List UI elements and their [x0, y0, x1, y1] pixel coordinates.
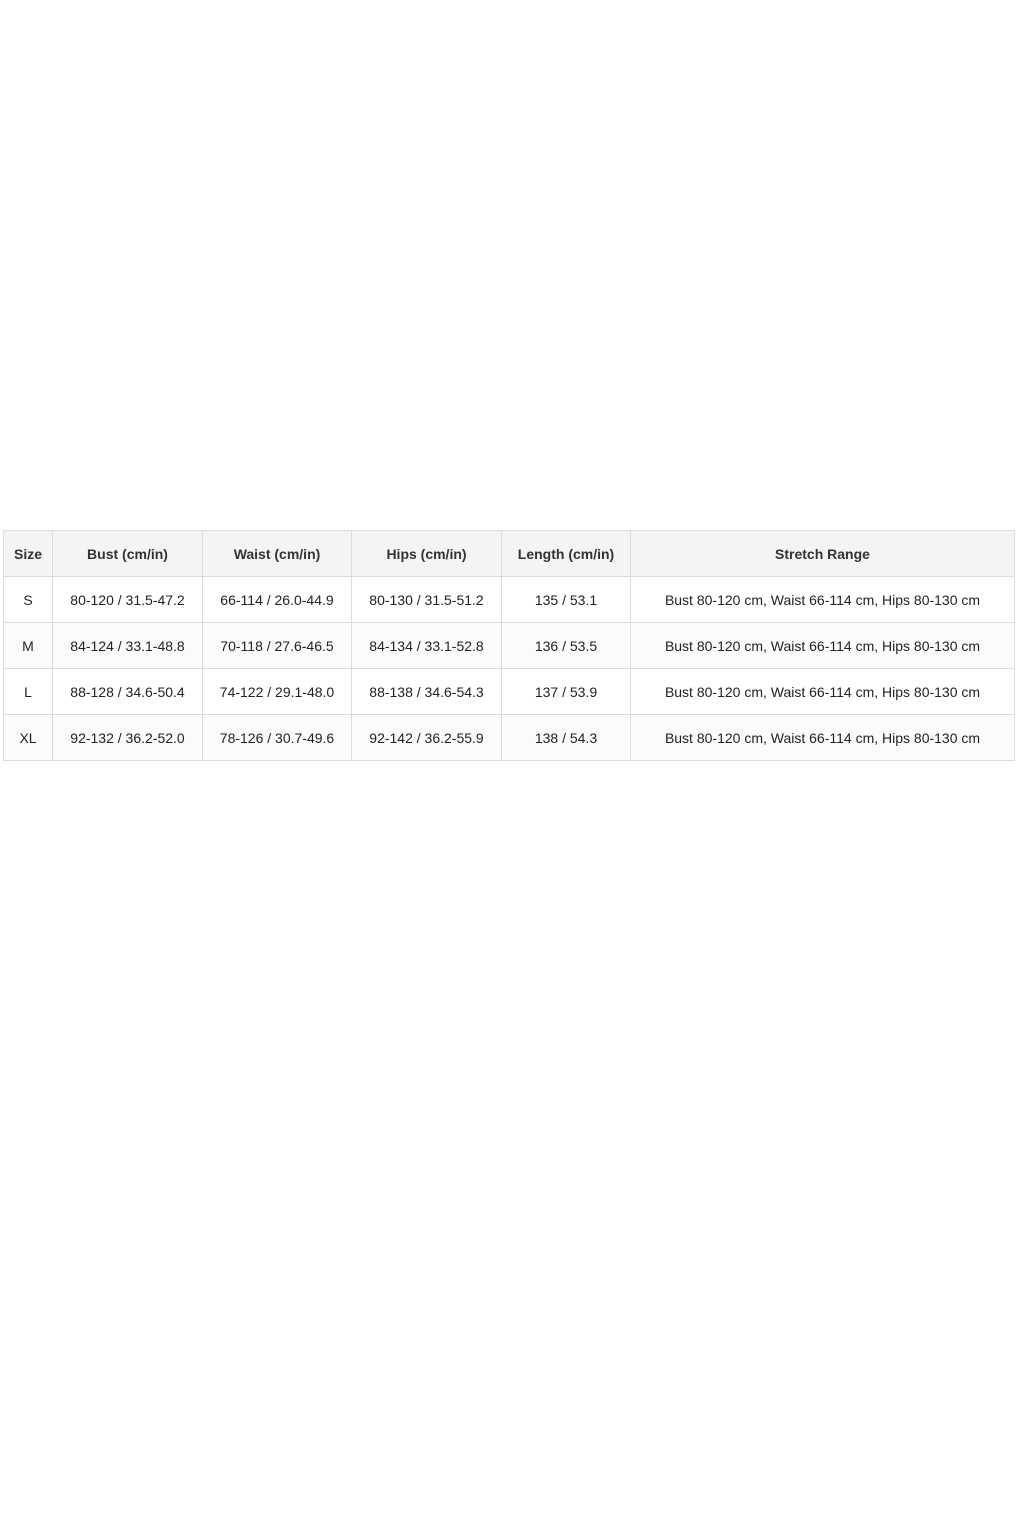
header-stretch-range: Stretch Range — [630, 530, 1015, 577]
cell-bust: 92-132 / 36.2-52.0 — [52, 714, 203, 761]
cell-bust: 80-120 / 31.5-47.2 — [52, 576, 203, 623]
cell-length: 135 / 53.1 — [501, 576, 631, 623]
cell-hips: 92-142 / 36.2-55.9 — [351, 714, 502, 761]
cell-length: 136 / 53.5 — [501, 622, 631, 669]
cell-bust: 88-128 / 34.6-50.4 — [52, 668, 203, 715]
header-size: Size — [3, 530, 53, 577]
header-hips: Hips (cm/in) — [351, 530, 502, 577]
cell-stretch-range: Bust 80-120 cm, Waist 66-114 cm, Hips 80… — [630, 576, 1015, 623]
cell-stretch-range: Bust 80-120 cm, Waist 66-114 cm, Hips 80… — [630, 622, 1015, 669]
cell-size: S — [3, 576, 53, 623]
header-bust: Bust (cm/in) — [52, 530, 203, 577]
cell-hips: 88-138 / 34.6-54.3 — [351, 668, 502, 715]
table-row: S 80-120 / 31.5-47.2 66-114 / 26.0-44.9 … — [3, 576, 1015, 623]
cell-stretch-range: Bust 80-120 cm, Waist 66-114 cm, Hips 80… — [630, 668, 1015, 715]
table-row: XL 92-132 / 36.2-52.0 78-126 / 30.7-49.6… — [3, 714, 1015, 761]
cell-hips: 80-130 / 31.5-51.2 — [351, 576, 502, 623]
cell-hips: 84-134 / 33.1-52.8 — [351, 622, 502, 669]
cell-bust: 84-124 / 33.1-48.8 — [52, 622, 203, 669]
table-row: M 84-124 / 33.1-48.8 70-118 / 27.6-46.5 … — [3, 622, 1015, 669]
table-row: L 88-128 / 34.6-50.4 74-122 / 29.1-48.0 … — [3, 668, 1015, 715]
cell-length: 138 / 54.3 — [501, 714, 631, 761]
table-body: S 80-120 / 31.5-47.2 66-114 / 26.0-44.9 … — [3, 576, 1015, 761]
cell-length: 137 / 53.9 — [501, 668, 631, 715]
table-header: Size Bust (cm/in) Waist (cm/in) Hips (cm… — [3, 530, 1015, 577]
header-length: Length (cm/in) — [501, 530, 631, 577]
cell-waist: 66-114 / 26.0-44.9 — [202, 576, 352, 623]
header-waist: Waist (cm/in) — [202, 530, 352, 577]
cell-size: M — [3, 622, 53, 669]
cell-waist: 70-118 / 27.6-46.5 — [202, 622, 352, 669]
size-chart-table: Size Bust (cm/in) Waist (cm/in) Hips (cm… — [3, 530, 1015, 761]
cell-waist: 78-126 / 30.7-49.6 — [202, 714, 352, 761]
cell-size: L — [3, 668, 53, 715]
cell-size: XL — [3, 714, 53, 761]
header-row: Size Bust (cm/in) Waist (cm/in) Hips (cm… — [3, 530, 1015, 577]
cell-waist: 74-122 / 29.1-48.0 — [202, 668, 352, 715]
cell-stretch-range: Bust 80-120 cm, Waist 66-114 cm, Hips 80… — [630, 714, 1015, 761]
